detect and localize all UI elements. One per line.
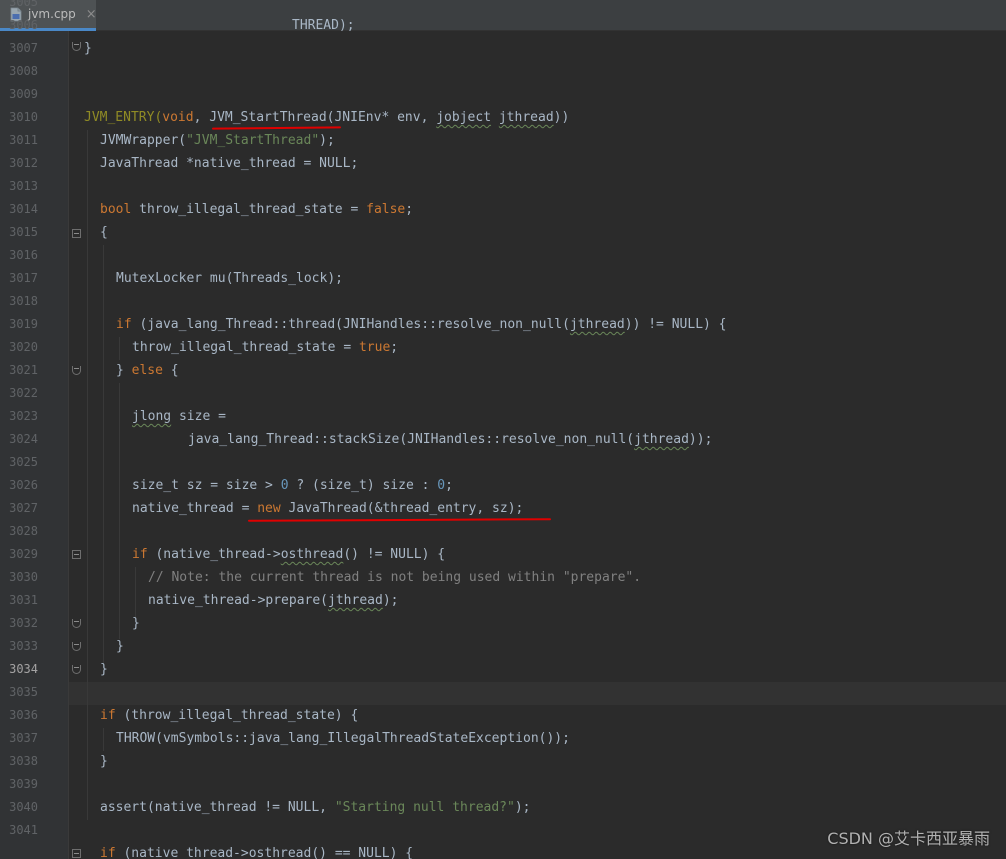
code-token: jthread bbox=[634, 432, 689, 447]
code-token: ); bbox=[319, 133, 335, 148]
code-token: () != NULL) { bbox=[343, 547, 446, 562]
code-line: if (throw_illegal_thread_state) { bbox=[100, 704, 358, 727]
code-token: ); bbox=[382, 593, 399, 608]
indent-guide bbox=[103, 245, 104, 663]
code-token: native_thread->prepare( bbox=[148, 593, 329, 608]
code-line: throw_illegal_thread_state = true; bbox=[132, 336, 398, 359]
keyword-token: else bbox=[131, 363, 163, 378]
keyword-token: void bbox=[162, 110, 194, 125]
indent-guide bbox=[87, 130, 88, 820]
comment-line: // Note: the current thread is not being… bbox=[148, 570, 642, 585]
code-token: , bbox=[193, 110, 210, 125]
code-line: } bbox=[100, 662, 108, 677]
code-token: JavaThread(&thread_entry, sz); bbox=[280, 501, 524, 516]
watermark: CSDN @艾卡西亚暴雨 bbox=[827, 829, 990, 848]
code-token: { bbox=[162, 363, 179, 378]
keyword-token: if bbox=[132, 547, 148, 562]
code-line: jlong size = bbox=[132, 405, 226, 428]
code-line: size_t sz = size > 0 ? (size_t) size : 0… bbox=[132, 474, 453, 497]
code-line: bool throw_illegal_thread_state = false; bbox=[100, 198, 413, 221]
code-token: osthread bbox=[280, 547, 344, 562]
code-token: (native_thread-> bbox=[147, 547, 281, 562]
code-token: java_lang_Thread::stackSize(JNIHandles::… bbox=[188, 432, 635, 447]
keyword-token: false bbox=[366, 202, 406, 217]
code-token: } bbox=[116, 363, 132, 378]
code-token: jobject bbox=[436, 110, 492, 125]
code-token: )); bbox=[688, 432, 713, 447]
code-line: } bbox=[116, 639, 124, 654]
number-token: 0 bbox=[280, 478, 289, 493]
indent-guide bbox=[135, 567, 136, 617]
code-token: ; bbox=[390, 340, 399, 355]
indent-guide bbox=[119, 383, 120, 639]
code-line: THROW(vmSymbols::java_lang_IllegalThread… bbox=[116, 731, 570, 746]
code-token: (native_thread-> bbox=[115, 846, 249, 859]
number-token: 0 bbox=[437, 478, 446, 493]
code-token: jthread bbox=[569, 317, 625, 332]
code-token: size = bbox=[171, 409, 226, 424]
keyword-token: if bbox=[100, 708, 116, 723]
code-token: assert(native_thread != NULL, bbox=[100, 800, 335, 815]
code-token: ? (size_t) size : bbox=[288, 478, 438, 493]
code-line: assert(native_thread != NULL, "Starting … bbox=[100, 796, 530, 819]
code-token: native_thread = bbox=[132, 501, 258, 516]
code-line: if (java_lang_Thread::thread(JNIHandles:… bbox=[116, 313, 727, 336]
code-token: (throw_illegal_thread_state) { bbox=[115, 708, 359, 723]
code-line: } bbox=[132, 616, 140, 631]
code-line: THREAD); bbox=[292, 18, 355, 33]
code-line: } bbox=[84, 41, 92, 56]
code-token: jlong bbox=[132, 409, 172, 424]
code-token: )) != NULL) { bbox=[624, 317, 727, 332]
code-line: if (native_thread->osthread() == NULL) { bbox=[100, 842, 413, 859]
macro-token: JVM_ENTRY( bbox=[84, 110, 163, 125]
code-line: JavaThread *native_thread = NULL; bbox=[100, 156, 359, 171]
keyword-token: true bbox=[358, 340, 391, 355]
code-token: osthread bbox=[248, 846, 312, 859]
code-area[interactable]: THREAD); } JVM_ENTRY(void, JVM_StartThre… bbox=[0, 0, 1006, 859]
code-token: throw_illegal_thread_state = bbox=[131, 202, 367, 217]
string-token: "JVM_StartThread" bbox=[186, 133, 320, 148]
code-token: () == NULL) { bbox=[311, 846, 414, 859]
code-line: } bbox=[100, 754, 108, 769]
function-name-token: JVM_StartThread bbox=[209, 110, 327, 125]
keyword-token: new bbox=[257, 501, 281, 516]
code-token: )) bbox=[553, 110, 570, 125]
indent-guide bbox=[103, 728, 104, 751]
code-line: JVMWrapper("JVM_StartThread"); bbox=[100, 129, 335, 152]
code-line: { bbox=[100, 225, 108, 240]
code-token: ; bbox=[405, 202, 414, 217]
keyword-token: bool bbox=[100, 202, 132, 217]
string-token: "Starting null thread?" bbox=[334, 800, 515, 815]
indent-guide bbox=[119, 337, 120, 360]
code-token: (java_lang_Thread::thread(JNIHandles::re… bbox=[131, 317, 570, 332]
code-line: if (native_thread->osthread() != NULL) { bbox=[132, 543, 445, 566]
code-token: size_t sz = size > bbox=[132, 478, 281, 493]
red-underline-annotation bbox=[247, 518, 552, 522]
code-token: throw_illegal_thread_state = bbox=[132, 340, 359, 355]
code-token: (JNIEnv* env, bbox=[326, 110, 437, 125]
code-editor[interactable]: jvm.cpp × 3005 3006 3007 3008 3009 3010 3011 30… bbox=[0, 0, 1006, 859]
code-token: jthread bbox=[498, 110, 554, 125]
code-token: jthread bbox=[328, 593, 383, 608]
code-token: JVMWrapper( bbox=[100, 133, 187, 148]
code-token: ; bbox=[445, 478, 453, 493]
keyword-token: if bbox=[100, 846, 116, 859]
keyword-token: if bbox=[116, 317, 132, 332]
code-line: native_thread = new JavaThread(&thread_e… bbox=[132, 497, 523, 520]
current-line-highlight bbox=[69, 682, 1006, 705]
code-line: } else { bbox=[116, 359, 179, 382]
code-token: ); bbox=[514, 800, 531, 815]
code-line: native_thread->prepare(jthread); bbox=[148, 589, 398, 612]
code-line: MutexLocker mu(Threads_lock); bbox=[116, 271, 343, 286]
code-line: java_lang_Thread::stackSize(JNIHandles::… bbox=[188, 428, 712, 451]
